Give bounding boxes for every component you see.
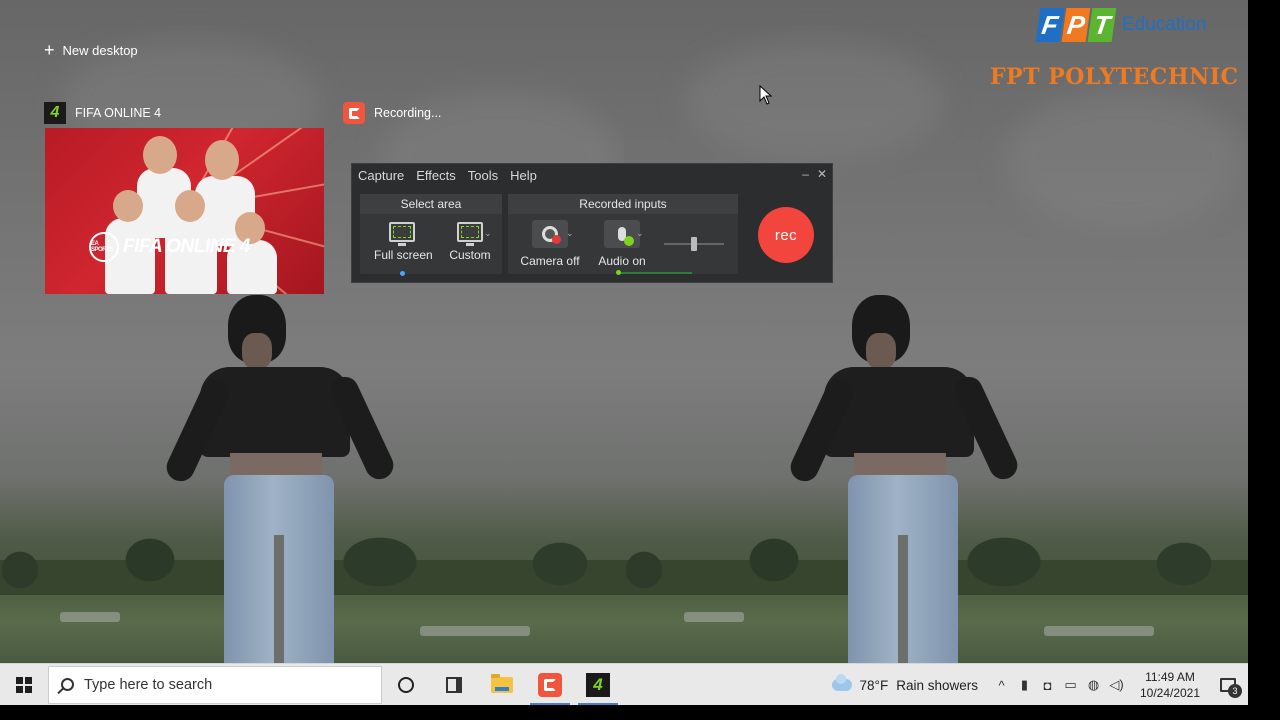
weather-temp: 78°F [859,677,889,693]
task-view-button[interactable] [430,664,478,706]
mouse-cursor-icon [759,85,773,105]
new-desktop-label: New desktop [62,42,138,58]
ea-sports-badge: EA SPORTS [89,232,119,262]
select-area-panel: Select area Full screen Custom ⌄ [360,194,502,276]
fpt-letter-f: F [1035,8,1065,42]
camtasia-taskbar-button[interactable] [526,664,574,706]
weather-condition: Rain showers [896,677,978,693]
menu-tools[interactable]: Tools [468,168,498,183]
fifa-online-4-icon: 4 [586,672,610,697]
letterbox-right [1248,0,1280,720]
task-view-icon [446,676,462,693]
camtasia-icon [538,672,562,697]
plus-icon: + [44,40,55,60]
custom-area-icon [457,222,483,246]
window-title-label: Recording... [374,106,442,120]
camtasia-recorder-window: Capture Effects Tools Help – ✕ Select ar… [351,163,833,283]
volume-thumb[interactable] [691,237,697,251]
menu-help[interactable]: Help [510,168,537,183]
fifa-taskbar-button[interactable]: 4 [574,664,622,706]
fpt-education-logo: F P T Education [1035,8,1207,42]
rec-button[interactable]: rec [758,207,814,263]
cortana-button[interactable] [382,664,430,706]
camera-dropdown-chevron-icon[interactable]: ⌄ [566,228,574,239]
fpt-polytechnic-label: FPT POLYTECHNIC [990,64,1239,90]
search-box[interactable]: Type here to search [48,665,382,704]
camtasia-icon [343,102,365,124]
clock[interactable]: 11:49 AM 10/24/2021 [1132,669,1208,701]
camera-label: Camera off [520,254,580,268]
window-title-fifa[interactable]: 4 FIFA ONLINE 4 [44,102,161,124]
selected-indicator-dot [400,271,405,276]
audio-label: Audio on [598,254,646,268]
close-button[interactable]: ✕ [817,167,827,181]
full-screen-label: Full screen [374,248,433,262]
audio-indicator-dot [616,270,621,275]
new-desktop-button[interactable]: + New desktop [44,40,138,60]
recorder-menu-bar: Capture Effects Tools Help [358,168,537,183]
clock-date: 10/24/2021 [1139,686,1201,700]
taskbar: Type here to search 4 78°F Rain showers … [0,663,1248,706]
audio-dropdown-chevron-icon[interactable]: ⌄ [636,228,644,239]
audio-volume-slider[interactable] [664,237,724,251]
windows-logo-icon [16,676,32,693]
rain-cloud-icon [831,674,852,691]
system-tray: 78°F Rain showers ^ ▮ ◘ ▭ ◍ ◁) 11:49 AM … [831,664,1248,706]
chevron-up-icon[interactable]: ^ [990,664,1013,706]
recorded-inputs-heading: Recorded inputs [508,194,738,214]
search-placeholder: Type here to search [84,676,213,693]
window-title-recording[interactable]: Recording... [343,102,441,124]
full-screen-button[interactable]: Full screen [374,222,433,262]
folder-icon [491,673,513,693]
webcam-icon [532,220,568,248]
fpt-letter-p: P [1061,8,1091,42]
fifa-online-4-icon: 4 [44,102,66,124]
fpt-letter-t: T [1087,8,1117,42]
recording-tray-icon[interactable]: ◘ [1036,664,1059,706]
audio-level-meter [620,272,692,274]
select-area-heading: Select area [360,194,502,214]
file-explorer-button[interactable] [478,664,526,706]
menu-effects[interactable]: Effects [416,168,456,183]
fifa-logo: EA SPORTS FIFA ONLINE 4 [89,232,250,262]
notifications-button[interactable]: 3 [1208,664,1248,706]
microphone-icon[interactable]: ▮ [1013,664,1036,706]
monitor-icon [389,222,415,246]
fifa-logo-text: FIFA ONLINE 4 [123,236,250,257]
menu-capture[interactable]: Capture [358,168,404,183]
letterbox-bottom [0,705,1280,720]
search-icon [61,678,74,691]
recorded-inputs-panel: Recorded inputs Camera off ⌄ Audio on ⌄ [508,194,738,275]
microphone-icon [604,220,640,248]
notification-count-badge: 3 [1228,684,1242,698]
wallpaper-left [0,0,624,663]
battery-icon[interactable]: ▭ [1059,664,1082,706]
fifa-window-thumbnail[interactable]: EA SPORTS FIFA ONLINE 4 [45,128,324,294]
cortana-icon [398,676,414,693]
speaker-icon[interactable]: ◁) [1105,664,1128,706]
custom-dropdown-chevron-icon[interactable]: ⌄ [484,228,492,239]
desktop: + New desktop 4 FIFA ONLINE 4 EA SPORTS … [0,0,1248,663]
clock-time: 11:49 AM [1145,670,1195,684]
custom-label: Custom [449,248,491,262]
weather-widget[interactable]: 78°F Rain showers [831,674,978,693]
window-title-label: FIFA ONLINE 4 [75,106,162,120]
education-label: Education [1122,14,1207,35]
wallpaper-right [624,0,1248,663]
network-icon[interactable]: ◍ [1082,664,1105,706]
minimize-button[interactable]: – [802,167,809,181]
start-button[interactable] [0,664,48,706]
